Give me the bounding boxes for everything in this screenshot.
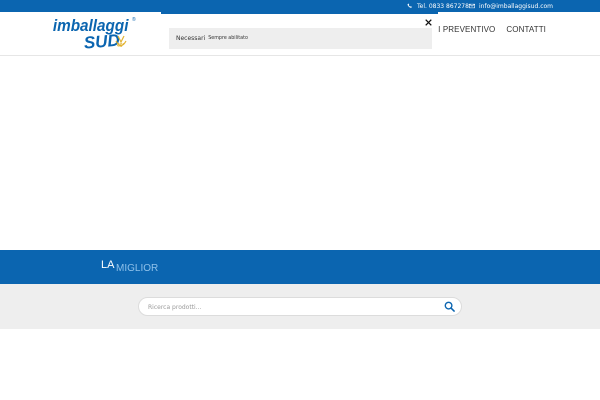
cookie-category-row[interactable]: Necessari Sempre abilitato: [169, 28, 432, 49]
phone-number: Tel. 0833 867278: [417, 2, 469, 10]
logo-registered: ®: [132, 16, 136, 23]
badge-text: 40°: [117, 43, 125, 49]
phone-link[interactable]: Tel. 0833 867278: [407, 0, 469, 12]
search-input[interactable]: [148, 301, 438, 313]
logo-line2: SUD: [83, 31, 120, 53]
cookie-preferences-panel: Necessari Sempre abilitato: [161, 12, 438, 52]
cookie-close-button[interactable]: [423, 15, 433, 26]
envelope-icon: [469, 3, 475, 9]
search-strip: [0, 284, 600, 329]
hero-word-la: LA: [101, 259, 115, 271]
email-link[interactable]: info@imballaggisud.com: [469, 0, 553, 12]
top-contact-bar: Tel. 0833 867278 info@imballaggisud.com: [0, 0, 600, 12]
site-logo[interactable]: imballaggi ® SUD 40°: [52, 14, 138, 58]
cookie-category-status: Sempre abilitato: [208, 36, 248, 41]
page: Tel. 0833 867278 info@imballaggisud.com …: [0, 0, 600, 400]
cookie-category-name: Necessari: [176, 35, 206, 42]
close-icon: [424, 11, 432, 30]
product-search: [138, 297, 462, 316]
email-address: info@imballaggisud.com: [479, 2, 554, 10]
hero-band: LA MIGLIOR: [0, 250, 600, 284]
search-icon[interactable]: [444, 301, 456, 313]
nav-item-contatti[interactable]: CONTATTI: [506, 25, 546, 34]
hero-word-miglior: MIGLIOR: [116, 263, 159, 274]
phone-icon: [407, 3, 413, 9]
